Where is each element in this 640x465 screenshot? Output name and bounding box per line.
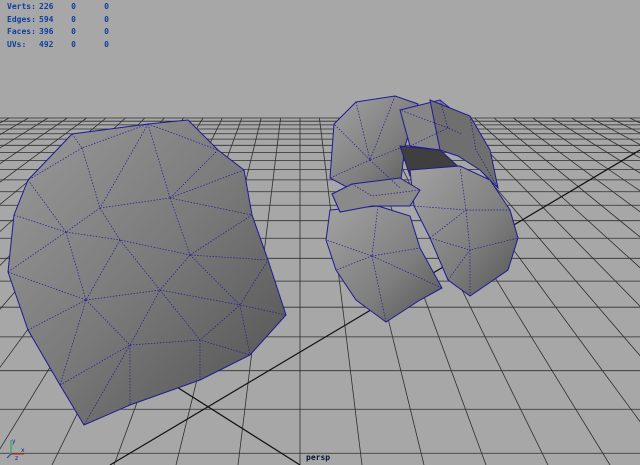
- hud-label: UVs:: [7, 39, 27, 49]
- camera-name-label: persp: [306, 453, 331, 462]
- hud-value: 226: [39, 2, 54, 11]
- axis-y-label: y: [12, 438, 16, 445]
- hud-label: Faces:: [7, 27, 36, 36]
- hud-value: 0: [71, 27, 76, 36]
- rock-mesh-right-fractured[interactable]: [325, 95, 519, 323]
- scene-canvas[interactable]: [0, 0, 640, 465]
- axis-z-label: z: [15, 455, 18, 460]
- axis-x-label: x: [21, 447, 25, 454]
- hud-value: 396: [39, 27, 54, 36]
- hud-label: Verts:: [7, 2, 36, 11]
- perspective-viewport[interactable]: Verts: 226 0 0 Edges: 594 0 0 Faces: 396 0 0 UVs: 492…: [0, 0, 640, 465]
- hud-value: 0: [104, 27, 109, 36]
- hud-value: 0: [71, 39, 76, 49]
- hud-value: 492: [39, 39, 54, 49]
- hud-value: 0: [104, 39, 109, 49]
- hud-value: 0: [71, 2, 76, 11]
- hud-label: Edges:: [7, 14, 36, 24]
- view-axis-icon: x y z: [6, 438, 25, 460]
- hud-value: 594: [39, 14, 54, 24]
- hud-value: 0: [71, 14, 76, 24]
- rock-mesh-left[interactable]: [7, 119, 287, 426]
- hud-value: 0: [104, 2, 109, 11]
- hud-value: 0: [104, 14, 109, 24]
